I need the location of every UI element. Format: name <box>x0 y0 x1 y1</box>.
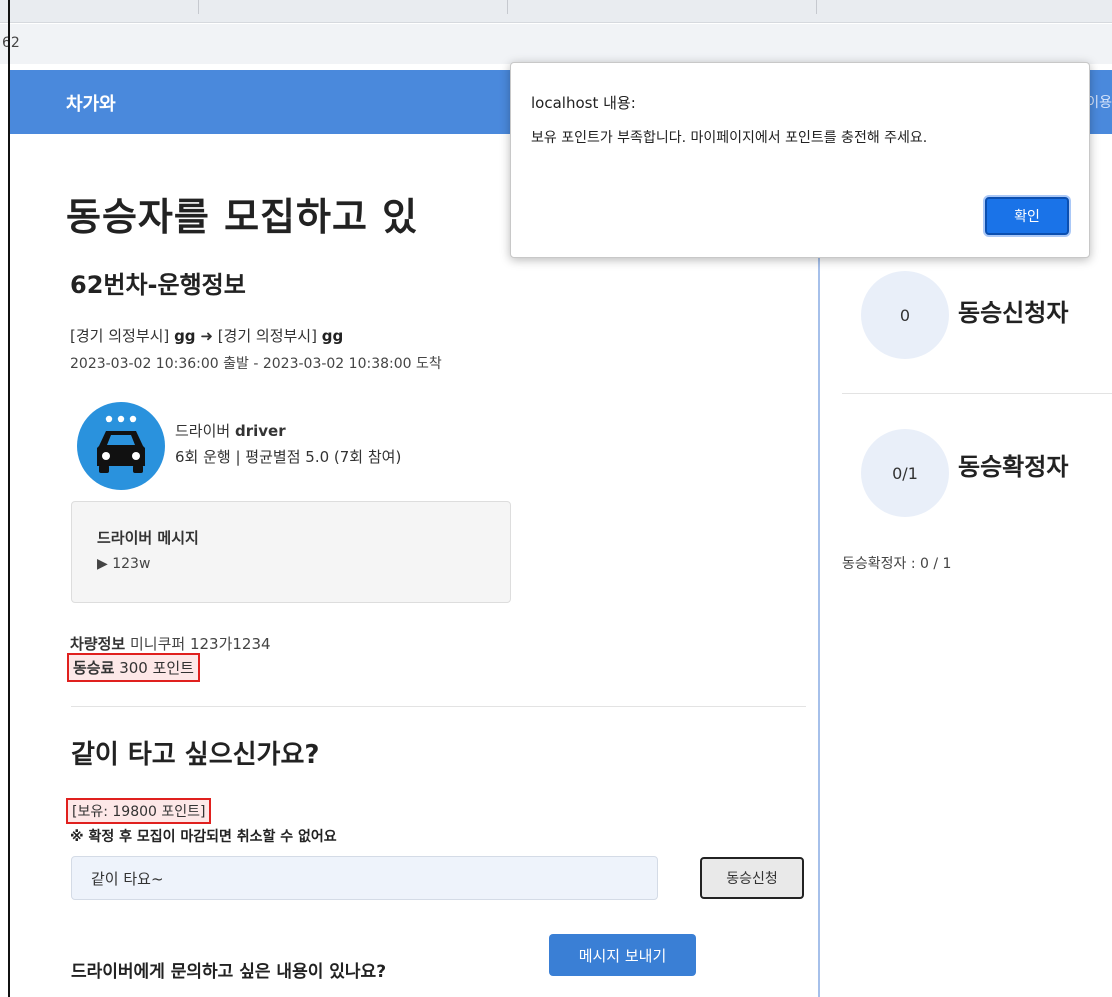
driver-message-title: 드라이버 메시지 <box>97 529 199 547</box>
nav-link-partial[interactable]: 이용 <box>1086 92 1112 112</box>
browser-tab-strip <box>0 0 1112 23</box>
dest-region: [경기 의정부시] <box>217 327 317 345</box>
driver-message-box: 드라이버 메시지 ▶ 123w <box>71 501 511 603</box>
origin-place: gg <box>174 327 196 345</box>
car-info: 차량정보 미니쿠퍼 123가1234 <box>70 633 271 654</box>
brand-logo[interactable]: 차가와 <box>66 90 116 116</box>
window-border <box>8 0 10 997</box>
confirmed-count: 0/1 <box>892 463 918 483</box>
driver-label: 드라이버 <box>175 422 231 440</box>
dest-place: gg <box>321 327 344 345</box>
dialog-ok-button[interactable]: 확인 <box>985 197 1069 235</box>
driver-message-body: ▶ 123w <box>97 556 151 572</box>
tab-separator <box>507 0 508 14</box>
car-info-value: 미니쿠퍼 123가1234 <box>129 635 271 653</box>
address-bar[interactable]: 62 <box>0 24 1112 64</box>
cancel-warning: ※ 확정 후 모집이 마감되면 취소할 수 없어요 <box>70 829 337 845</box>
driver-name-line: 드라이버 driver <box>175 420 286 441</box>
ask-driver-text: 드라이버에게 문의하고 싶은 내용이 있나요? <box>71 962 387 982</box>
applicants-count: 0 <box>899 305 911 325</box>
route-info: [경기 의정부시] gg ➜ [경기 의정부시] gg <box>70 325 343 346</box>
column-divider <box>818 240 820 997</box>
alert-dialog: localhost 내용: 보유 포인트가 부족합니다. 마이페이지에서 포인트… <box>510 62 1090 258</box>
confirmed-summary: 동승확정자 : 0 / 1 <box>842 556 952 572</box>
confirmed-count-circle: 0/1 <box>861 429 949 517</box>
points-balance: [보유: 19800 포인트] <box>66 798 212 824</box>
car-info-label: 차량정보 <box>70 635 126 653</box>
origin-region: [경기 의정부시] <box>70 327 170 345</box>
applicants-count-circle: 0 <box>861 271 949 359</box>
page-heading: 동승자를 모집하고 있 <box>66 195 419 239</box>
schedule: 2023-03-02 10:36:00 출발 - 2023-03-02 10:3… <box>70 356 442 372</box>
tab-separator <box>816 0 817 14</box>
section-title: 62번차-운행정보 <box>70 271 246 299</box>
join-message-input[interactable] <box>71 856 658 900</box>
applicants-label: 동승신청자 <box>958 299 1069 327</box>
confirmed-label: 동승확정자 <box>958 453 1069 481</box>
tab-separator <box>198 0 199 14</box>
send-message-button[interactable]: 메시지 보내기 <box>549 934 696 976</box>
driver-avatar <box>77 402 165 490</box>
car-icon <box>97 415 145 473</box>
join-title: 같이 타고 싶으신가요? <box>71 740 320 770</box>
arrow-icon: ➜ <box>200 327 213 345</box>
join-request-button[interactable]: 동승신청 <box>700 857 804 899</box>
driver-name: driver <box>234 422 286 440</box>
fare-value: 300 포인트 <box>119 659 194 677</box>
driver-stats: 6회 운행 | 평균별점 5.0 (7회 참여) <box>175 448 402 466</box>
section-divider <box>71 706 806 707</box>
dialog-title: localhost 내용: <box>531 94 636 112</box>
address-text: 62 <box>2 35 20 51</box>
fare-info: 동승료 300 포인트 <box>67 653 200 682</box>
fare-label: 동승료 <box>73 659 115 677</box>
dialog-message: 보유 포인트가 부족합니다. 마이페이지에서 포인트를 충전해 주세요. <box>531 130 928 146</box>
sidebar-divider <box>842 393 1112 394</box>
